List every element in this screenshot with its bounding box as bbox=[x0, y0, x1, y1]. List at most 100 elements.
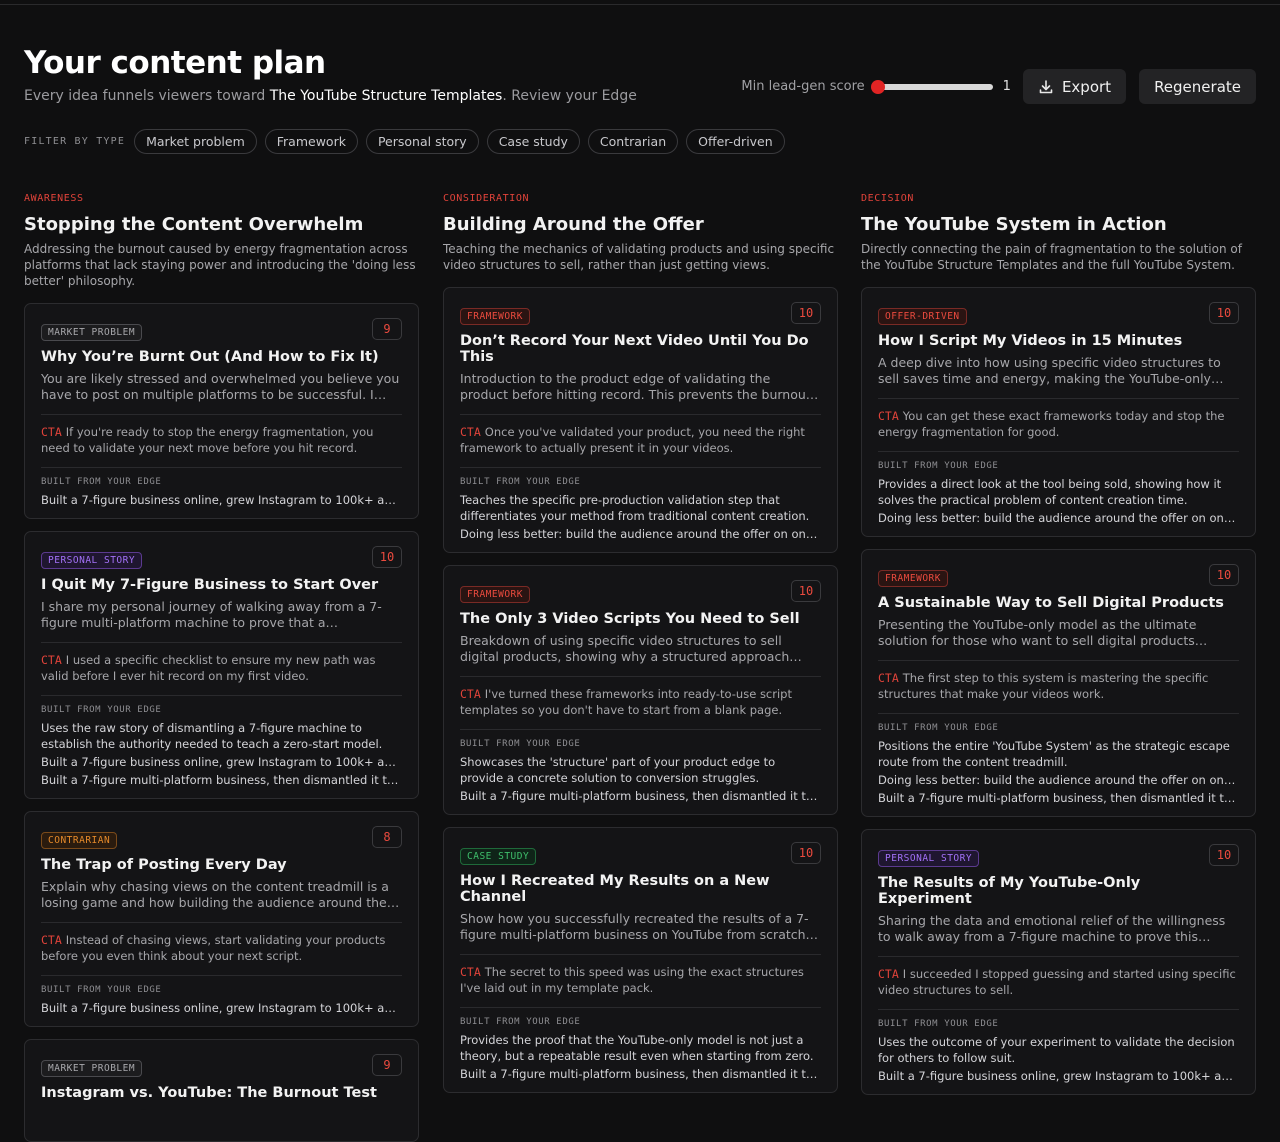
type-badge: PERSONAL STORY bbox=[878, 850, 980, 867]
edge-label: BUILT FROM YOUR EDGE bbox=[878, 723, 999, 733]
filter-chip-market-problem[interactable]: Market problem bbox=[134, 129, 257, 154]
card-divider bbox=[878, 398, 1239, 399]
edge-item: Uses the raw story of dismantling a 7-fi… bbox=[41, 721, 383, 751]
column-description: Directly connecting the pain of fragment… bbox=[861, 242, 1242, 272]
card-divider bbox=[460, 676, 821, 677]
min-score-label: Min lead-gen score bbox=[741, 79, 865, 94]
filter-chip-framework[interactable]: Framework bbox=[264, 129, 358, 154]
edge-item: Built a 7-figure multi-platform business… bbox=[460, 789, 821, 803]
cta-text: You can get these exact frameworks today… bbox=[878, 409, 1225, 439]
lead-gen-score: 10 bbox=[1209, 302, 1239, 324]
lead-gen-score: 10 bbox=[791, 302, 821, 324]
filter-label: FILTER BY TYPE bbox=[24, 136, 126, 147]
card-title: Don’t Record Your Next Video Until You D… bbox=[460, 333, 809, 365]
lead-gen-score: 10 bbox=[791, 842, 821, 864]
cta-label: CTA bbox=[878, 409, 899, 423]
column-title: Building Around the Offer bbox=[443, 214, 704, 235]
edge-label: BUILT FROM YOUR EDGE bbox=[41, 985, 162, 995]
filter-chip-contrarian[interactable]: Contrarian bbox=[587, 129, 679, 154]
type-badge: PERSONAL STORY bbox=[41, 552, 143, 569]
idea-card[interactable]: MARKET PROBLEM 9 Instagram vs. YouTube: Th… bbox=[24, 1039, 419, 1142]
cta-label: CTA bbox=[41, 425, 62, 439]
card-title: A Sustainable Way to Sell Digital Produc… bbox=[878, 595, 1224, 611]
cta-text: I've turned these frameworks into ready-… bbox=[460, 687, 792, 717]
card-cta: CTA I used a specific checklist to ensure… bbox=[41, 652, 402, 684]
card-divider bbox=[460, 729, 821, 730]
card-description: A deep dive into how using specific vide… bbox=[878, 355, 1221, 386]
min-score-value: 1 bbox=[1002, 79, 1011, 94]
idea-card[interactable]: FRAMEWORK 10 Don’t Record Your Next Video … bbox=[443, 287, 838, 553]
stage-column: AWARENESS Stopping the Content Overwhelm A… bbox=[24, 193, 419, 1142]
page-header: Your content plan Every idea funnels vie… bbox=[24, 44, 1256, 114]
edge-label: BUILT FROM YOUR EDGE bbox=[41, 705, 162, 715]
idea-card[interactable]: FRAMEWORK 10 A Sustainable Way to Sell Dig… bbox=[861, 549, 1256, 817]
idea-card[interactable]: CONTRARIAN 8 The Trap of Posting Every Day… bbox=[24, 811, 419, 1027]
type-badge: FRAMEWORK bbox=[460, 586, 530, 603]
export-button[interactable]: Export bbox=[1022, 69, 1127, 104]
regenerate-label: Regenerate bbox=[1154, 77, 1241, 96]
idea-card[interactable]: CASE STUDY 10 How I Recreated My Results o… bbox=[443, 827, 838, 1093]
card-divider bbox=[41, 975, 402, 976]
card-description: Sharing the data and emotional relief of… bbox=[878, 913, 1226, 944]
download-icon bbox=[1039, 79, 1053, 93]
cta-text: I used a specific checklist to ensure my… bbox=[41, 653, 376, 683]
card-cta: CTA The secret to this speed was using th… bbox=[460, 964, 821, 996]
type-badge: FRAMEWORK bbox=[878, 570, 948, 587]
card-description: Presenting the YouTube-only model as the… bbox=[878, 617, 1197, 648]
card-divider bbox=[460, 954, 821, 955]
card-divider bbox=[878, 660, 1239, 661]
slider-thumb[interactable] bbox=[870, 79, 885, 94]
stage-column: DECISION The YouTube System in Action Dire… bbox=[861, 193, 1256, 1095]
edge-item: Built a 7-figure business online, grew I… bbox=[41, 755, 402, 769]
card-divider bbox=[878, 1009, 1239, 1010]
edge-item: Doing less better: build the audience ar… bbox=[460, 527, 821, 541]
card-divider bbox=[41, 922, 402, 923]
idea-card[interactable]: PERSONAL STORY 10 I Quit My 7-Figure Busin… bbox=[24, 531, 419, 799]
stage-column: CONSIDERATION Building Around the Offer Te… bbox=[443, 193, 838, 1093]
edge-item: Built a 7-figure business online, grew I… bbox=[41, 493, 402, 507]
card-title: The Trap of Posting Every Day bbox=[41, 857, 287, 873]
idea-card[interactable]: FRAMEWORK 10 The Only 3 Video Scripts You … bbox=[443, 565, 838, 815]
cta-label: CTA bbox=[878, 671, 899, 685]
cta-text: Once you've validated your product, you … bbox=[460, 425, 805, 455]
idea-card[interactable]: PERSONAL STORY 10 The Results of My YouTub… bbox=[861, 829, 1256, 1095]
filter-chip-offer-driven[interactable]: Offer-driven bbox=[686, 129, 785, 154]
card-divider bbox=[41, 695, 402, 696]
edge-item: Doing less better: build the audience ar… bbox=[878, 773, 1239, 787]
filter-chip-personal-story[interactable]: Personal story bbox=[365, 129, 479, 154]
top-divider bbox=[0, 4, 1280, 5]
card-title: How I Script My Videos in 15 Minutes bbox=[878, 333, 1183, 349]
edge-label: BUILT FROM YOUR EDGE bbox=[878, 1019, 999, 1029]
type-badge: MARKET PROBLEM bbox=[41, 1060, 143, 1077]
idea-card[interactable]: OFFER-DRIVEN 10 How I Script My Videos in … bbox=[861, 287, 1256, 537]
lead-gen-score: 9 bbox=[372, 1054, 402, 1076]
card-description: Breakdown of using specific video struct… bbox=[460, 633, 790, 664]
subtitle-prefix: Every idea funnels viewers toward bbox=[24, 88, 270, 104]
edge-label: BUILT FROM YOUR EDGE bbox=[460, 477, 581, 487]
edge-item: Showcases the 'structure' part of your p… bbox=[460, 755, 776, 785]
column-title: The YouTube System in Action bbox=[861, 214, 1167, 235]
card-title: I Quit My 7-Figure Business to Start Ove… bbox=[41, 577, 379, 593]
card-divider bbox=[878, 956, 1239, 957]
column-description: Teaching the mechanics of validating pro… bbox=[443, 242, 835, 272]
cta-text: The secret to this speed was using the e… bbox=[460, 965, 804, 995]
edge-item: Teaches the specific pre-production vali… bbox=[460, 493, 810, 523]
card-divider bbox=[41, 642, 402, 643]
cta-label: CTA bbox=[460, 425, 481, 439]
edge-label: BUILT FROM YOUR EDGE bbox=[41, 477, 162, 487]
card-description: I share my personal journey of walking a… bbox=[41, 599, 382, 630]
min-score-slider[interactable] bbox=[870, 79, 993, 94]
filter-chip-case-study[interactable]: Case study bbox=[486, 129, 580, 154]
idea-card[interactable]: MARKET PROBLEM 9 Why You’re Burnt Out (And… bbox=[24, 303, 419, 519]
lead-gen-score: 10 bbox=[791, 580, 821, 602]
card-title: Instagram vs. YouTube: The Burnout Test bbox=[41, 1085, 377, 1101]
type-badge: CONTRARIAN bbox=[41, 832, 118, 849]
stage-label: AWARENESS bbox=[24, 193, 84, 204]
regenerate-button[interactable]: Regenerate bbox=[1139, 69, 1256, 104]
lead-gen-score: 10 bbox=[1209, 564, 1239, 586]
card-title: Why You’re Burnt Out (And How to Fix It) bbox=[41, 349, 379, 365]
offer-name: The YouTube Structure Templates bbox=[269, 88, 503, 104]
column-title: Stopping the Content Overwhelm bbox=[24, 214, 364, 235]
card-title: The Only 3 Video Scripts You Need to Sel… bbox=[460, 611, 800, 627]
card-cta: CTA You can get these exact frameworks to… bbox=[878, 408, 1239, 440]
